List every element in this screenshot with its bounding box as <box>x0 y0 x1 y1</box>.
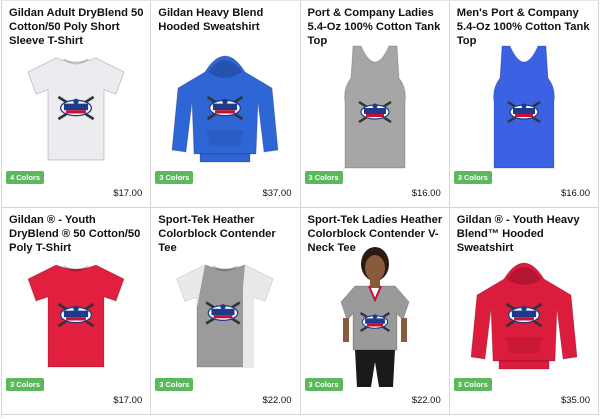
product-image[interactable] <box>450 240 598 388</box>
product-image[interactable] <box>151 33 299 181</box>
grey-colorblock-tee-icon[interactable] <box>165 257 285 372</box>
colors-badge: 4 Colors <box>6 171 45 184</box>
model-vneck-tee-icon[interactable] <box>325 242 425 387</box>
product-grid: Gildan Adult DryBlend 50 Cotton/50 Poly … <box>1 0 599 417</box>
product-card[interactable]: Gildan Adult DryBlend 50 Cotton/50 Poly … <box>2 1 152 208</box>
product-card[interactable]: Port & Company Ladies 5.4-Oz 100% Cotton… <box>300 1 450 208</box>
colors-badge: 3 Colors <box>304 378 343 391</box>
product-image[interactable] <box>2 33 150 181</box>
grey-tank-top-icon[interactable] <box>335 42 415 172</box>
blue-hoodie-icon[interactable] <box>160 42 290 172</box>
product-image[interactable] <box>301 33 449 181</box>
product-card[interactable]: Men's Port & Company 5.4-Oz 100% Cotton … <box>449 1 599 208</box>
product-card[interactable]: Sport-Tek Heather Colorblock Contender T… <box>151 208 301 415</box>
colors-badge: 3 Colors <box>6 378 45 391</box>
product-card[interactable]: Gildan ® - Youth DryBlend ® 50 Cotton/50… <box>2 208 152 415</box>
product-card[interactable]: Gildan Heavy Blend Hooded Sweatshirt 3 C… <box>151 1 301 208</box>
product-price: $22.00 <box>262 395 292 406</box>
white-tshirt-icon[interactable] <box>16 50 136 165</box>
product-title[interactable]: Gildan Heavy Blend Hooded Sweatshirt <box>158 6 293 34</box>
product-card[interactable]: Sport-Tek Ladies Heather Colorblock Cont… <box>300 208 450 415</box>
product-price: $16.00 <box>560 188 590 199</box>
red-hoodie-icon[interactable] <box>459 249 589 379</box>
product-image[interactable] <box>450 33 598 181</box>
product-price: $17.00 <box>113 395 143 406</box>
colors-badge: 3 Colors <box>453 378 492 391</box>
colors-badge: 3 Colors <box>453 171 492 184</box>
product-card[interactable]: Gildan ® - Youth Heavy Blend™ Hooded Swe… <box>449 208 599 415</box>
product-image[interactable] <box>151 240 299 388</box>
product-image[interactable] <box>301 240 449 388</box>
product-price: $16.00 <box>411 188 441 199</box>
blue-tank-top-icon[interactable] <box>484 42 564 172</box>
red-tshirt-icon[interactable] <box>16 257 136 372</box>
product-price: $37.00 <box>262 188 292 199</box>
product-price: $17.00 <box>113 188 143 199</box>
colors-badge: 3 Colors <box>155 171 194 184</box>
colors-badge: 3 Colors <box>155 378 194 391</box>
product-image[interactable] <box>2 240 150 388</box>
product-price: $22.00 <box>411 395 441 406</box>
product-price: $35.00 <box>560 395 590 406</box>
colors-badge: 3 Colors <box>304 171 343 184</box>
